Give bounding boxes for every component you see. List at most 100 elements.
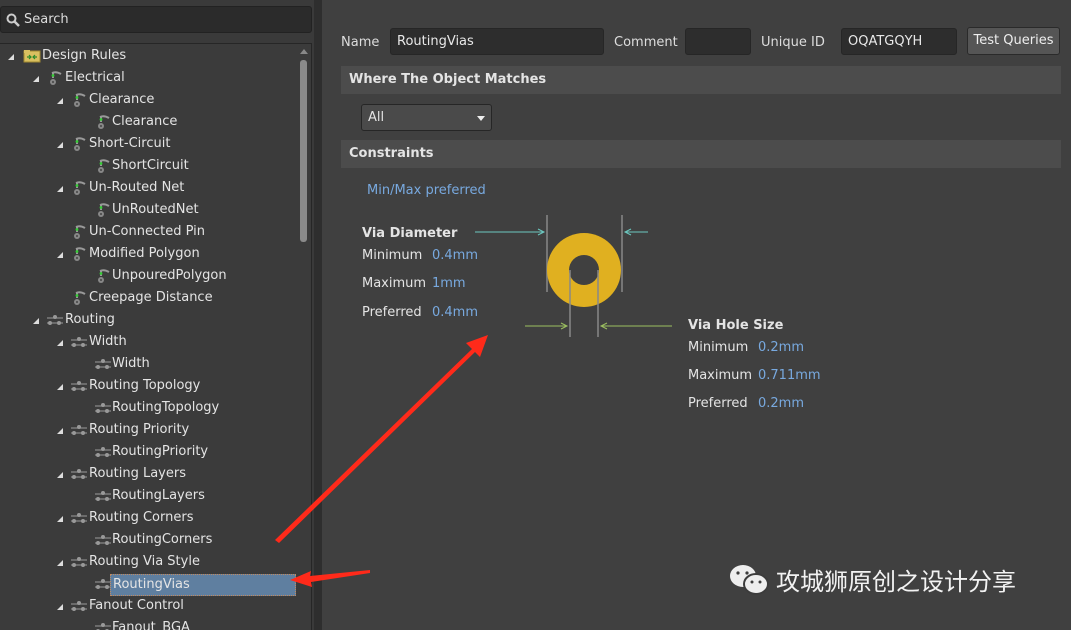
tree-item-label: Clearance <box>112 114 178 129</box>
tree-item[interactable]: RoutingVias <box>0 573 300 596</box>
tree-item-label: Fanout_BGA <box>112 620 190 630</box>
tree-item[interactable]: Design Rules <box>0 45 300 67</box>
via-hole-max-value[interactable]: 0.711mm <box>758 368 821 383</box>
tree-item-label: Electrical <box>65 70 125 85</box>
rule-electrical-icon <box>70 180 88 196</box>
tree-item-label: Width <box>112 356 150 371</box>
expand-toggle[interactable] <box>8 54 14 60</box>
tree-item-label: Routing Topology <box>89 378 201 393</box>
via-diameter-max-label: Maximum <box>362 276 427 291</box>
tree-item[interactable]: Short-Circuit <box>0 133 300 155</box>
expand-toggle[interactable] <box>57 428 63 434</box>
expand-toggle[interactable] <box>57 252 63 258</box>
tree-item-label: UnRoutedNet <box>112 202 199 217</box>
via-hole-pref-value[interactable]: 0.2mm <box>758 396 804 411</box>
rule-electrical-icon <box>70 290 88 306</box>
via-diameter-pref-label: Preferred <box>362 305 422 320</box>
tree-item[interactable]: Width <box>0 331 300 353</box>
tree-item[interactable]: Electrical <box>0 67 300 89</box>
tree-item-label: RoutingCorners <box>112 532 213 547</box>
via-hole <box>569 255 599 285</box>
expand-toggle[interactable] <box>57 604 63 610</box>
tree-item[interactable]: RoutingPriority <box>0 441 300 463</box>
rule-electrical-icon <box>46 70 64 86</box>
tree-item-label: UnpouredPolygon <box>112 268 227 283</box>
search-icon <box>6 13 20 27</box>
tree-item[interactable]: Routing Layers <box>0 463 300 485</box>
test-queries-button[interactable]: Test Queries <box>967 27 1060 55</box>
comment-field[interactable] <box>685 28 751 55</box>
via-diameter-min-label: Minimum <box>362 248 423 263</box>
constraint-mode-link[interactable]: Min/Max preferred <box>367 183 486 198</box>
tree-item-label: Un-Connected Pin <box>89 224 205 239</box>
via-hole-min-value[interactable]: 0.2mm <box>758 340 804 355</box>
expand-toggle[interactable] <box>33 318 39 324</box>
rule-routing-icon <box>70 598 88 614</box>
tree-item-label: Creepage Distance <box>89 290 213 305</box>
tree-item[interactable]: RoutingTopology <box>0 397 300 419</box>
rule-routing-icon <box>70 378 88 394</box>
expand-toggle[interactable] <box>33 76 39 82</box>
tree-item[interactable]: Routing Via Style <box>0 551 300 573</box>
tree-item-label: Fanout Control <box>89 598 184 613</box>
via-diameter-title: Via Diameter <box>362 226 458 241</box>
tree-item-label: Width <box>89 334 127 349</box>
unique-id-field[interactable]: OQATGQYH <box>841 28 957 55</box>
tree-item-label: RoutingVias <box>110 574 296 596</box>
tree-item[interactable]: UnpouredPolygon <box>0 265 300 287</box>
tree-item-label: RoutingLayers <box>112 488 205 503</box>
via-hole-min-label: Minimum <box>688 340 749 355</box>
tree-item[interactable]: Clearance <box>0 111 300 133</box>
tree-scrollbar[interactable] <box>300 60 307 242</box>
tree-item[interactable]: Un-Connected Pin <box>0 221 300 243</box>
via-diameter-max-value[interactable]: 1mm <box>432 276 466 291</box>
tree-item[interactable]: Routing Topology <box>0 375 300 397</box>
tree-item[interactable]: Modified Polygon <box>0 243 300 265</box>
unique-id-label: Unique ID <box>761 35 825 50</box>
rules-tree-panel: Search Design Rules Electrical Clearance Cl… <box>0 0 314 630</box>
rules-tree: Design Rules Electrical Clearance Clearance… <box>0 43 312 630</box>
tree-item[interactable]: Un-Routed Net <box>0 177 300 199</box>
tree-item-label: Routing Priority <box>89 422 190 437</box>
rule-routing-icon <box>70 510 88 526</box>
tree-item[interactable]: Routing Priority <box>0 419 300 441</box>
expand-toggle[interactable] <box>57 472 63 478</box>
tree-item-label: Routing Layers <box>89 466 186 481</box>
via-hole-pref-label: Preferred <box>688 396 748 411</box>
expand-toggle[interactable] <box>57 340 63 346</box>
tree-item[interactable]: Fanout_BGA <box>0 617 300 630</box>
rule-electrical-icon <box>70 92 88 108</box>
panel-splitter[interactable] <box>314 0 322 630</box>
tree-item[interactable]: RoutingLayers <box>0 485 300 507</box>
tree-item[interactable]: ShortCircuit <box>0 155 300 177</box>
tree-item-label: Routing Via Style <box>89 554 200 569</box>
via-diagram <box>475 215 672 337</box>
expand-toggle[interactable] <box>57 142 63 148</box>
via-hole-max-label: Maximum <box>688 368 753 383</box>
rule-routing-icon <box>70 422 88 438</box>
tree-item[interactable]: UnRoutedNet <box>0 199 300 221</box>
tree-item[interactable]: Clearance <box>0 89 300 111</box>
expand-toggle[interactable] <box>57 98 63 104</box>
expand-toggle[interactable] <box>57 516 63 522</box>
watermark-text: 攻城狮原创之设计分享 <box>776 568 1016 596</box>
tree-item[interactable]: RoutingCorners <box>0 529 300 551</box>
rule-routing-icon <box>70 466 88 482</box>
rules-folder-icon <box>23 48 41 64</box>
tree-item[interactable]: Creepage Distance <box>0 287 300 309</box>
tree-item-label: RoutingPriority <box>112 444 209 459</box>
rule-electrical-icon <box>70 136 88 152</box>
tree-item[interactable]: Fanout Control <box>0 595 300 617</box>
tree-item[interactable]: Routing Corners <box>0 507 300 529</box>
expand-toggle[interactable] <box>57 186 63 192</box>
expand-toggle[interactable] <box>57 560 63 566</box>
tree-item[interactable]: Routing <box>0 309 300 331</box>
search-placeholder: Search <box>24 12 69 27</box>
expand-toggle[interactable] <box>57 384 63 390</box>
rule-electrical-icon <box>70 224 88 240</box>
match-scope-dropdown[interactable]: All <box>361 104 492 131</box>
name-field[interactable]: RoutingVias <box>390 28 604 55</box>
scroll-up-button[interactable] <box>300 49 308 54</box>
tree-item[interactable]: Width <box>0 353 300 375</box>
search-input[interactable]: Search <box>0 6 312 33</box>
